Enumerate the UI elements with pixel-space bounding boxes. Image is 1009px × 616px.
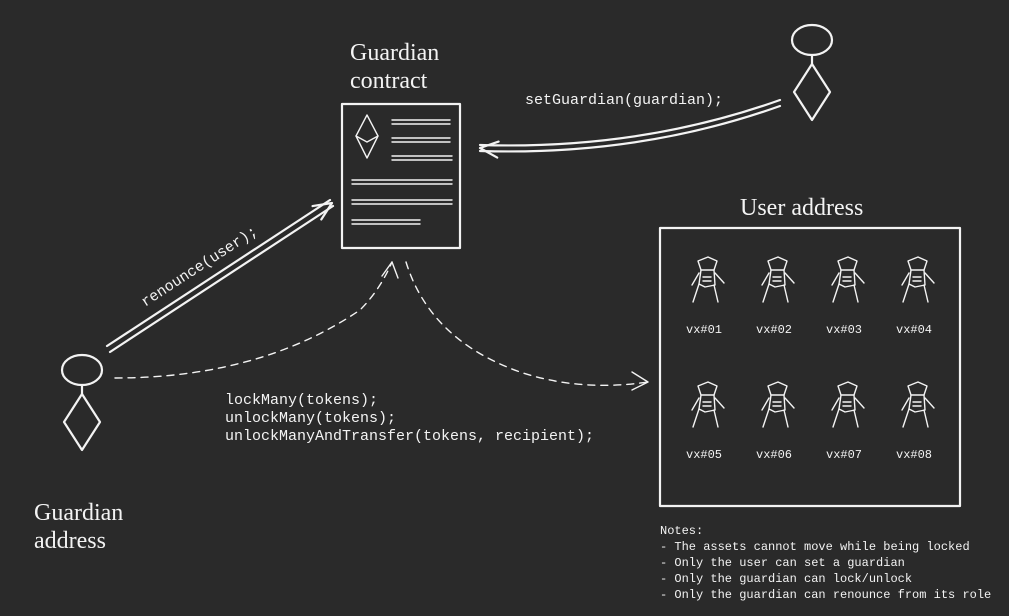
guardian-address-label-line1: Guardian <box>34 500 123 526</box>
fn-lockmany: lockMany(tokens); <box>225 392 378 409</box>
guardian-contract-label-line1: Guardian <box>350 40 439 66</box>
fn-unlockmany: unlockMany(tokens); <box>225 410 396 427</box>
guardian-address-label-line2: address <box>34 528 106 554</box>
notes-line-4: - Only the guardian can renounce from it… <box>660 588 991 602</box>
guardian-contract-label-line2: contract <box>350 68 428 94</box>
user-person-icon <box>792 25 832 120</box>
arrow-contract-to-useraddress-dashed <box>406 262 648 390</box>
arrow-renounce <box>107 196 336 352</box>
token-vx08: vx#08 <box>896 382 934 462</box>
token-label: vx#06 <box>756 448 792 462</box>
token-vx05: vx#05 <box>686 382 724 462</box>
token-label: vx#07 <box>826 448 862 462</box>
token-vx06: vx#06 <box>756 382 794 462</box>
notes-line-1: - The assets cannot move while being loc… <box>660 540 970 554</box>
set-guardian-label: setGuardian(guardian); <box>525 92 723 109</box>
token-vx07: vx#07 <box>826 382 864 462</box>
notes-line-3: - Only the guardian can lock/unlock <box>660 572 912 586</box>
token-vx04: vx#04 <box>896 257 934 337</box>
token-vx03: vx#03 <box>826 257 864 337</box>
token-label: vx#01 <box>686 323 722 337</box>
notes-line-2: - Only the user can set a guardian <box>660 556 905 570</box>
token-label: vx#08 <box>896 448 932 462</box>
fn-unlockmanyandtransfer: unlockManyAndTransfer(tokens, recipient)… <box>225 428 594 445</box>
user-address-label: User address <box>740 195 863 221</box>
token-vx01: vx#01 <box>686 257 724 337</box>
token-label: vx#02 <box>756 323 792 337</box>
token-vx02: vx#02 <box>756 257 794 337</box>
renounce-label: renounce(user); <box>138 223 261 311</box>
token-label: vx#03 <box>826 323 862 337</box>
contract-document-icon <box>342 104 460 248</box>
token-label: vx#05 <box>686 448 722 462</box>
guardian-person-icon <box>62 355 102 450</box>
notes-title: Notes: <box>660 524 703 538</box>
token-label: vx#04 <box>896 323 932 337</box>
